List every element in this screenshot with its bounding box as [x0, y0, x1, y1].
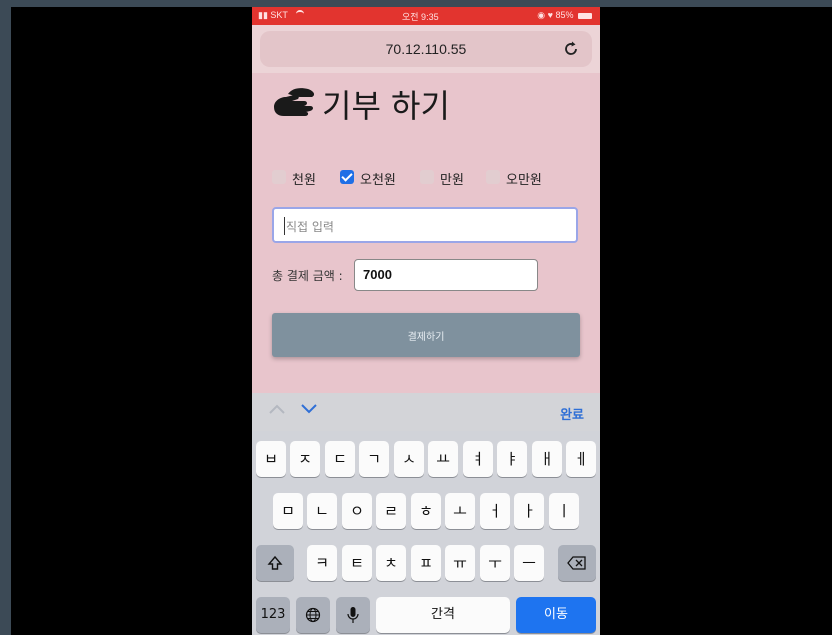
key[interactable]: ㅎ: [411, 493, 441, 529]
key[interactable]: ㅡ: [514, 545, 544, 581]
total-amount-field[interactable]: 7000: [354, 259, 538, 291]
key[interactable]: ㅑ: [497, 441, 527, 477]
key[interactable]: ㄴ: [307, 493, 337, 529]
address-bar[interactable]: 70.12.110.55: [260, 31, 592, 67]
status-carrier: ▮▮ SKT: [258, 10, 305, 21]
direct-input-placeholder: 직접 입력: [286, 220, 334, 234]
status-battery: ◉ ♥ 85%: [537, 10, 592, 21]
signal-icon: ▮▮: [258, 10, 268, 20]
key[interactable]: ㅔ: [566, 441, 596, 477]
wifi-icon: [296, 10, 305, 18]
option-label: 오천원: [360, 173, 396, 188]
space-key[interactable]: 간격: [376, 597, 510, 633]
globe-icon: [305, 607, 321, 623]
key[interactable]: ㅋ: [307, 545, 337, 581]
page-title: 기부 하기: [322, 87, 450, 125]
chevron-down-icon[interactable]: [300, 403, 318, 415]
url-text[interactable]: 70.12.110.55: [260, 41, 592, 57]
alarm-icon: ♥: [547, 10, 553, 20]
status-bar: ▮▮ SKT 오전 9:35 ◉ ♥ 85%: [252, 7, 600, 25]
page-content: 기부 하기 천원 오천원 만원 오만원 직접 입력 총 결제 금액: 7000…: [252, 73, 600, 393]
done-button[interactable]: 완료: [560, 404, 584, 423]
total-row: 총 결제 금액 : 7000: [272, 259, 592, 291]
checkbox[interactable]: [272, 170, 286, 184]
battery-icon: [578, 12, 592, 19]
key[interactable]: ㄹ: [376, 493, 406, 529]
key[interactable]: ㅂ: [256, 441, 286, 477]
backspace-key[interactable]: [558, 545, 596, 581]
key[interactable]: ㅈ: [290, 441, 320, 477]
reload-icon[interactable]: [562, 40, 580, 58]
key[interactable]: ㅍ: [411, 545, 441, 581]
key[interactable]: ㅓ: [480, 493, 510, 529]
pay-button-label: 결제하기: [407, 332, 445, 343]
microphone-icon: [347, 607, 359, 623]
option-label: 만원: [440, 173, 464, 188]
shift-key[interactable]: [256, 545, 294, 581]
location-icon: ◉: [537, 10, 546, 20]
key[interactable]: ㅛ: [428, 441, 458, 477]
browser-toolbar: 70.12.110.55: [252, 25, 600, 73]
battery-label: 85%: [555, 10, 574, 20]
text-caret: [284, 217, 285, 235]
carrier-label: SKT: [270, 10, 288, 20]
key[interactable]: ㅜ: [480, 545, 510, 581]
key[interactable]: ㅣ: [549, 493, 579, 529]
shift-icon: [267, 555, 283, 570]
key[interactable]: ㅗ: [445, 493, 475, 529]
option-label: 천원: [292, 173, 316, 188]
microphone-key[interactable]: [336, 597, 370, 633]
window-top-border: [0, 0, 832, 7]
key[interactable]: ㄱ: [359, 441, 389, 477]
key[interactable]: ㅏ: [514, 493, 544, 529]
window-left-border: [0, 0, 11, 635]
pay-button[interactable]: 결제하기: [272, 313, 580, 357]
key[interactable]: ㅁ: [273, 493, 303, 529]
keyboard-accessory-bar: 완료: [252, 393, 600, 431]
total-amount-value: 7000: [363, 267, 392, 282]
globe-key[interactable]: [296, 597, 330, 633]
chevron-up-icon[interactable]: [268, 403, 286, 415]
keyboard: ㅂ ㅈ ㄷ ㄱ ㅅ ㅛ ㅕ ㅑ ㅐ ㅔ ㅁ ㄴ ㅇ ㄹ ㅎ ㅗ ㅓ ㅏ ㅣ ㅋ …: [252, 431, 600, 635]
key[interactable]: ㄷ: [325, 441, 355, 477]
key[interactable]: ㅇ: [342, 493, 372, 529]
key[interactable]: ㅅ: [394, 441, 424, 477]
backspace-icon: [567, 556, 586, 570]
direct-amount-input[interactable]: 직접 입력: [272, 207, 578, 243]
total-label: 총 결제 금액 :: [272, 269, 343, 283]
amount-options: 천원 오천원 만원 오만원: [272, 168, 592, 188]
option-label: 오만원: [506, 173, 542, 188]
phone-screen: ▮▮ SKT 오전 9:35 ◉ ♥ 85% 70.12.110.55 기부 하…: [252, 7, 600, 635]
checkbox[interactable]: [420, 170, 434, 184]
key[interactable]: ㅊ: [376, 545, 406, 581]
go-key[interactable]: 이동: [516, 597, 596, 633]
status-time: 오전 9:35: [402, 12, 439, 22]
helping-hand-icon: [274, 88, 315, 116]
key[interactable]: ㅐ: [532, 441, 562, 477]
checkbox-checked[interactable]: [340, 170, 354, 184]
checkbox[interactable]: [486, 170, 500, 184]
key[interactable]: ㅕ: [463, 441, 493, 477]
key[interactable]: ㅌ: [342, 545, 372, 581]
key[interactable]: ㅠ: [445, 545, 475, 581]
numbers-key[interactable]: 123: [256, 597, 290, 633]
